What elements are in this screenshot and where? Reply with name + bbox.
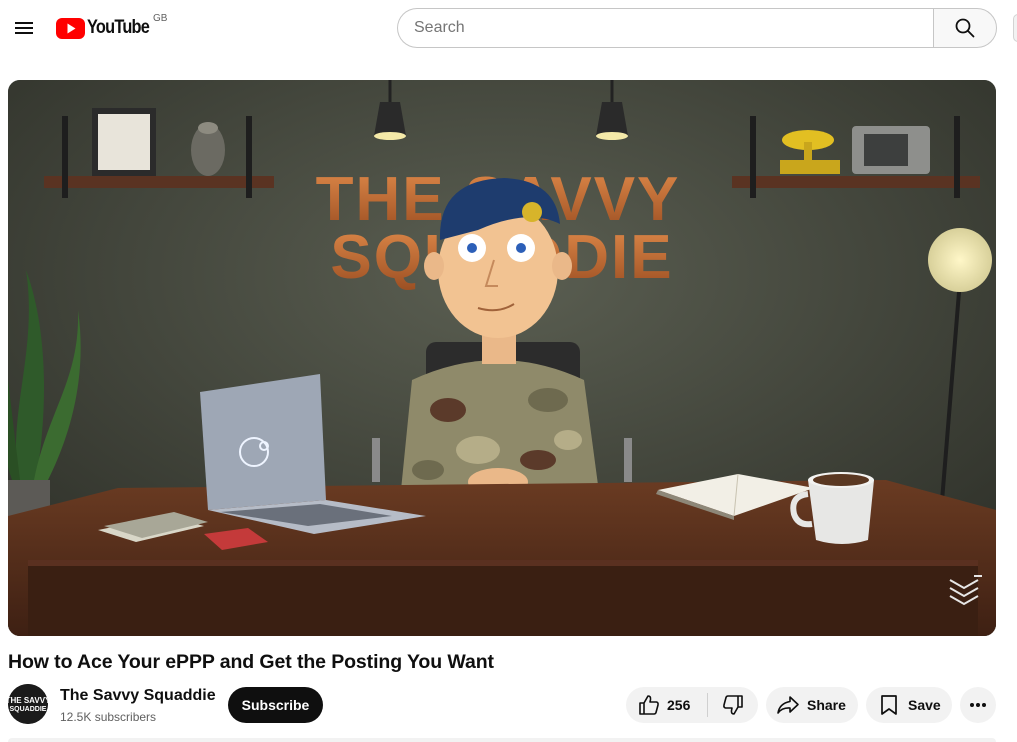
share-button[interactable]: Share bbox=[766, 687, 858, 723]
country-code: GB bbox=[153, 13, 168, 24]
menu-icon bbox=[15, 22, 33, 34]
like-icon bbox=[639, 695, 659, 715]
video-frame: THE SAVVY SQUADDIE bbox=[8, 80, 996, 636]
video-player[interactable]: THE SAVVY SQUADDIE bbox=[8, 80, 996, 636]
masthead: YouTube GB bbox=[0, 0, 1017, 56]
logo-wordmark: YouTube bbox=[87, 17, 150, 38]
more-icon bbox=[970, 703, 986, 707]
save-button[interactable]: Save bbox=[866, 687, 952, 723]
description-box-edge bbox=[8, 738, 996, 742]
like-button[interactable]: 256 bbox=[626, 687, 707, 723]
channel-avatar-image: THE SAVVY SQUADDIE bbox=[8, 684, 48, 724]
search-box[interactable] bbox=[397, 8, 934, 48]
channel-avatar[interactable]: THE SAVVY SQUADDIE bbox=[8, 684, 48, 724]
voice-search-button[interactable] bbox=[1013, 14, 1017, 42]
search-input[interactable] bbox=[414, 19, 934, 37]
youtube-logo-icon bbox=[56, 17, 85, 39]
save-icon bbox=[881, 695, 897, 715]
subscriber-count: 12.5K subscribers bbox=[60, 710, 157, 724]
save-label: Save bbox=[908, 697, 941, 713]
subscribe-button[interactable]: Subscribe bbox=[228, 687, 323, 723]
search-button[interactable] bbox=[933, 8, 997, 48]
more-actions-button[interactable] bbox=[960, 687, 996, 723]
video-title: How to Ace Your ePPP and Get the Posting… bbox=[8, 651, 494, 673]
svg-text:THE SAVVY: THE SAVVY bbox=[8, 696, 48, 705]
share-icon bbox=[777, 696, 799, 714]
dislike-button[interactable] bbox=[708, 687, 758, 723]
like-dislike-group: 256 bbox=[626, 687, 758, 723]
dislike-icon bbox=[723, 695, 743, 715]
guide-menu-button[interactable] bbox=[4, 8, 44, 48]
share-label: Share bbox=[807, 697, 846, 713]
like-count: 256 bbox=[667, 697, 691, 713]
svg-text:SQUADDIE: SQUADDIE bbox=[10, 706, 47, 713]
channel-name[interactable]: The Savvy Squaddie bbox=[60, 687, 216, 705]
search-icon bbox=[955, 18, 975, 38]
youtube-logo[interactable]: YouTube bbox=[56, 17, 159, 39]
